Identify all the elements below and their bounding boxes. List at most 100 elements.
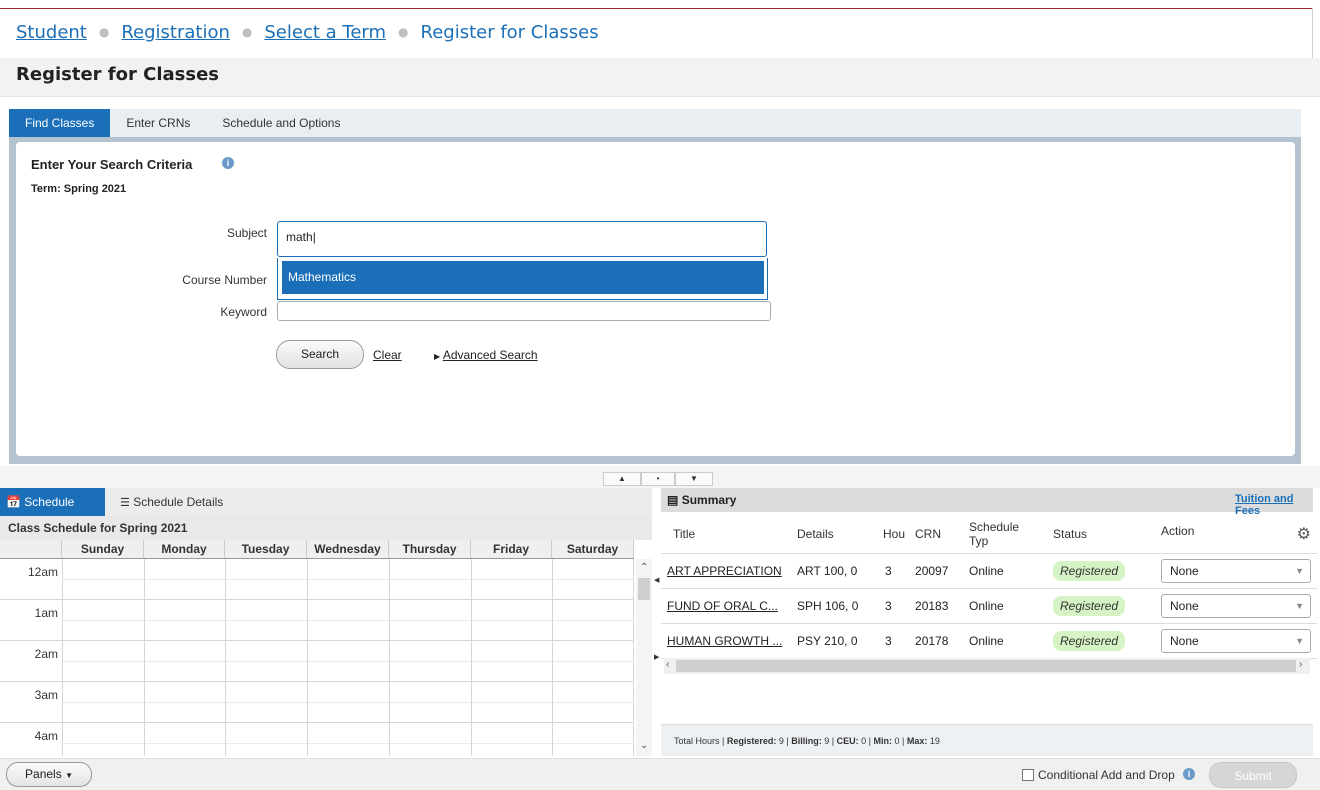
subject-input-value: math [286, 230, 313, 244]
column-header[interactable]: Hou [879, 515, 910, 554]
hour-label: 1am [34, 606, 58, 620]
search-tabs: Find Classes Enter CRNs Schedule and Opt… [9, 109, 1301, 137]
action-value: None [1170, 564, 1199, 578]
scroll-down-icon[interactable]: ⌄ [640, 740, 648, 751]
search-button[interactable]: Search [276, 340, 364, 369]
collapse-up-icon[interactable]: ▲ [603, 472, 641, 486]
suggestion-mathematics[interactable]: Mathematics [282, 261, 764, 294]
action-select[interactable]: None ▼ [1161, 559, 1312, 583]
hour-row: 12am [0, 559, 634, 600]
tab-schedule[interactable]: 📅 Schedule [0, 488, 105, 516]
panels-button[interactable]: Panels ▼ [6, 762, 92, 787]
time-column-header [0, 540, 62, 558]
min-label: Min: [873, 736, 893, 746]
status-cell: Registered [1047, 588, 1156, 624]
course-title-link[interactable]: HUMAN GROWTH ... [661, 623, 791, 659]
tab-schedule-details[interactable]: ☰ Schedule Details [120, 488, 223, 516]
course-crn: 20097 [909, 553, 964, 589]
action-select[interactable]: None ▼ [1161, 629, 1312, 653]
breadcrumb-separator: ● [241, 25, 253, 39]
hour-label: 2am [34, 647, 58, 661]
list-icon: ☰ [120, 497, 130, 509]
gear-icon[interactable]: ⚙ [1297, 524, 1311, 544]
totals-bar: Total Hours | Registered: 9 | Billing: 9… [661, 724, 1313, 756]
breadcrumb: Student ● Registration ● Select a Term ●… [16, 20, 599, 44]
conditional-add-drop-label[interactable]: Conditional Add and Drop [1038, 768, 1175, 782]
scrollbar-thumb[interactable] [676, 660, 1296, 672]
column-header[interactable]: CRN [909, 515, 964, 554]
calendar-icon: 📅 [6, 495, 21, 509]
calendar-grid[interactable]: 12am 1am 2am 3am 4am [0, 559, 634, 756]
course-hours: 3 [879, 588, 910, 624]
status-badge: Registered [1053, 596, 1126, 616]
status-badge: Registered [1053, 561, 1126, 581]
breadcrumb-student[interactable]: Student [16, 22, 87, 43]
course-title-link[interactable]: FUND OF ORAL C... [661, 588, 791, 624]
day-header: Tuesday [225, 540, 307, 558]
course-hours: 3 [879, 553, 910, 589]
course-title: ART APPRECIATION [667, 564, 782, 578]
clear-link[interactable]: Clear [373, 348, 402, 362]
hour-row: 1am [0, 600, 634, 641]
day-header: Thursday [389, 540, 471, 558]
tab-schedule-options[interactable]: Schedule and Options [206, 109, 356, 137]
course-hours: 3 [879, 623, 910, 659]
tab-enter-crns[interactable]: Enter CRNs [110, 109, 206, 137]
scrollbar-thumb[interactable] [638, 578, 650, 600]
tuition-fees-link[interactable]: Tuition and Fees [1235, 493, 1320, 517]
ceu-hours: 0 [861, 736, 867, 746]
billing-label: Billing: [791, 736, 822, 746]
caret-right-icon: ▶ [434, 352, 441, 361]
ceu-label: CEU: [836, 736, 859, 746]
calendar-header: Sunday Monday Tuesday Wednesday Thursday… [0, 540, 634, 559]
scroll-left-icon[interactable]: ‹ [666, 659, 669, 670]
schedule-caption: Class Schedule for Spring 2021 [0, 516, 652, 540]
day-header: Friday [471, 540, 552, 558]
column-header[interactable]: Schedule Typ [963, 515, 1048, 554]
hour-label: 12am [27, 565, 58, 579]
column-header[interactable]: Title [661, 515, 791, 554]
collapse-left-icon[interactable]: ◀ [654, 576, 659, 584]
action-value: None [1170, 599, 1199, 613]
action-select[interactable]: None ▼ [1161, 594, 1312, 618]
subject-input[interactable]: math| [277, 221, 767, 257]
advanced-search-label: Advanced Search [442, 348, 538, 362]
billing-hours: 9 [824, 736, 830, 746]
hour-row: 4am [0, 723, 634, 756]
tab-find-classes[interactable]: Find Classes [9, 109, 111, 137]
tab-schedule-label: Schedule [24, 495, 75, 509]
submit-button[interactable]: Submit [1209, 762, 1297, 788]
summary-header-row: Title Details Hou CRN Schedule Typ Statu… [661, 515, 1318, 554]
scroll-up-icon[interactable]: ⌃ [640, 562, 648, 573]
page-title: Register for Classes [16, 64, 220, 85]
chevron-down-icon: ▼ [1295, 601, 1305, 611]
breadcrumb-current: Register for Classes [420, 21, 599, 43]
column-header[interactable]: Action ⚙ [1155, 515, 1318, 554]
table-row: FUND OF ORAL C... SPH 106, 0 3 20183 Onl… [661, 588, 1318, 624]
term-label: Term: Spring 2021 [31, 183, 127, 195]
min-hours: 0 [894, 736, 900, 746]
advanced-search-link[interactable]: ▶ Advanced Search [434, 348, 538, 362]
info-icon[interactable]: i [222, 157, 234, 169]
summary-title: Summary [681, 493, 737, 507]
course-crn: 20178 [909, 623, 964, 659]
scroll-right-icon[interactable]: › [1299, 659, 1302, 670]
column-header[interactable]: Status [1047, 515, 1156, 554]
day-header: Saturday [552, 540, 634, 558]
keyword-input[interactable] [277, 301, 771, 321]
day-header: Sunday [62, 540, 144, 558]
keyword-label: Keyword [220, 305, 267, 319]
action-cell: None ▼ [1155, 623, 1318, 659]
breadcrumb-select-term[interactable]: Select a Term [264, 22, 386, 43]
course-title-link[interactable]: ART APPRECIATION [661, 553, 791, 589]
breadcrumb-registration[interactable]: Registration [121, 22, 230, 43]
status-badge: Registered [1053, 631, 1126, 651]
expand-right-icon[interactable]: ▶ [654, 653, 659, 661]
top-rule [0, 8, 1312, 9]
schedule-type: Online [963, 553, 1048, 589]
expand-down-icon[interactable]: ▼ [675, 472, 713, 486]
drag-handle-icon[interactable]: • [641, 472, 675, 486]
conditional-add-drop-checkbox[interactable] [1022, 769, 1034, 781]
column-header[interactable]: Details [791, 515, 879, 554]
info-icon[interactable]: i [1183, 768, 1195, 780]
